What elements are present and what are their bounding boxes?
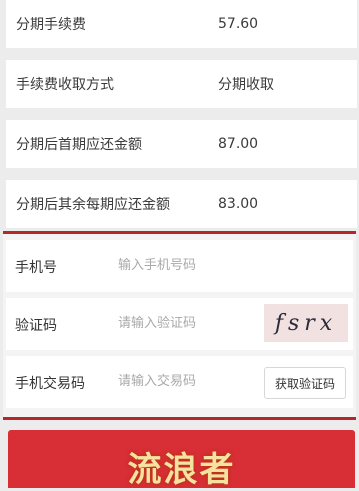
row-first-payment: 分期后首期应还金额 87.00 bbox=[6, 120, 357, 168]
sms-code-input[interactable] bbox=[118, 370, 258, 392]
row-fee-collection-method: 手续费收取方式 分期收取 bbox=[6, 60, 357, 108]
row-installment-fee: 分期手续费 57.60 bbox=[6, 0, 357, 48]
installment-fee-value: 57.60 bbox=[218, 16, 259, 32]
first-payment-label: 分期后首期应还金额 bbox=[16, 137, 142, 153]
phone-input[interactable] bbox=[118, 254, 258, 276]
row-remaining-payment: 分期后其余每期应还金额 83.00 bbox=[6, 180, 357, 228]
installment-fee-label: 分期手续费 bbox=[16, 17, 86, 33]
fee-collection-method-value: 分期收取 bbox=[218, 77, 274, 93]
sms-code-row: 手机交易码 获取验证码 bbox=[6, 356, 353, 408]
verification-form: 手机号 验证码 fsrx 手机交易码 获取验证码 bbox=[3, 231, 356, 420]
submit-button[interactable]: 流浪者 bbox=[8, 430, 355, 490]
phone-label: 手机号 bbox=[15, 260, 57, 276]
first-payment-value: 87.00 bbox=[218, 136, 259, 152]
captcha-input[interactable] bbox=[118, 312, 258, 334]
captcha-image[interactable]: fsrx bbox=[264, 304, 348, 342]
sms-code-label: 手机交易码 bbox=[15, 376, 85, 392]
remaining-payment-label: 分期后其余每期应还金额 bbox=[16, 197, 170, 213]
remaining-payment-value: 83.00 bbox=[218, 196, 259, 212]
captcha-row: 验证码 fsrx bbox=[6, 298, 353, 350]
watermark-text: 流浪者 bbox=[127, 449, 236, 490]
captcha-label: 验证码 bbox=[15, 318, 57, 334]
get-sms-code-button[interactable]: 获取验证码 bbox=[264, 367, 346, 399]
phone-row: 手机号 bbox=[6, 240, 353, 292]
fee-collection-method-label: 手续费收取方式 bbox=[16, 77, 114, 93]
